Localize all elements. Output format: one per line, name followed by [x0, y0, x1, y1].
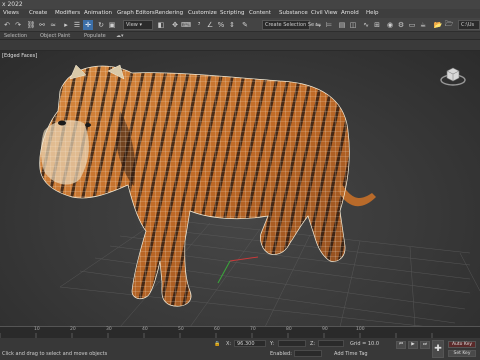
menu-item-substance[interactable]: Substance — [279, 9, 308, 18]
x-coord-label: X: — [226, 341, 232, 347]
main-toolbar: ↶ ↷ ⛓ ⚯ ≈ ▸ ☰ ✛ ↻ ▣ View ▾ ◧ ✥ ⌨ ³ ∠ % ⇕… — [0, 18, 480, 32]
status-prompt: Click and drag to select and move object… — [2, 351, 108, 357]
curve-editor-icon[interactable]: ∿ — [361, 20, 371, 30]
lock-icon[interactable]: 🔒 — [214, 341, 220, 347]
z-coord-label: Z: — [310, 341, 316, 347]
timeline-tick: 30 — [106, 327, 112, 332]
y-coord-field[interactable] — [278, 340, 306, 347]
material-editor-icon[interactable]: ◉ — [385, 20, 395, 30]
menu-bar: Views Create Modifiers Animation Graph E… — [0, 9, 480, 18]
timeline-tick: 90 — [322, 327, 328, 332]
align-icon[interactable]: ⊨ — [324, 20, 334, 30]
status-bar: Click and drag to select and move object… — [0, 338, 480, 360]
render-production-icon[interactable]: ☕ — [418, 20, 428, 30]
edit-named-selection-icon[interactable]: ✎ — [240, 20, 250, 30]
timeline-tick: 60 — [214, 327, 220, 332]
spinner-snap-icon[interactable]: ⇕ — [227, 20, 237, 30]
named-selection-set-dropdown[interactable]: Create Selection Se — [262, 20, 314, 30]
set-key-button[interactable]: Set Key — [448, 350, 476, 357]
menu-item-graph-editors[interactable]: Graph Editors — [117, 9, 155, 18]
app-title: x 2022 — [2, 1, 23, 8]
ribbon-tab-selection[interactable]: Selection — [4, 32, 27, 40]
go-to-start-icon[interactable]: ⏮ — [396, 341, 406, 349]
project-path-field[interactable]: C:\Us — [458, 20, 480, 30]
bind-space-warp-icon[interactable]: ≈ — [48, 20, 58, 30]
menu-item-modifiers[interactable]: Modifiers — [55, 9, 80, 18]
menu-item-views[interactable]: Views — [3, 9, 19, 18]
schematic-view-icon[interactable]: ⊞ — [372, 20, 382, 30]
menu-item-rendering[interactable]: Rendering — [155, 9, 183, 18]
rendered-frame-window-icon[interactable]: ▭ — [407, 20, 417, 30]
ribbon-options-icon[interactable]: ☁▾ — [116, 32, 124, 40]
viewcube[interactable] — [440, 65, 466, 89]
angle-snap-icon[interactable]: ∠ — [205, 20, 215, 30]
ribbon-tab-populate[interactable]: Populate — [84, 32, 106, 40]
select-and-rotate-icon[interactable]: ↻ — [96, 20, 106, 30]
link-icon[interactable]: ⛓ — [26, 20, 36, 30]
select-and-scale-icon[interactable]: ▣ — [107, 20, 117, 30]
menu-item-customize[interactable]: Customize — [188, 9, 217, 18]
toggle-scene-explorer-icon[interactable]: ▤ — [337, 20, 347, 30]
enabled-field[interactable] — [294, 350, 322, 357]
timeline-tick: 80 — [286, 327, 292, 332]
timeline-tick: 40 — [142, 327, 148, 332]
perspective-viewport[interactable]: [Edged Faces] — [0, 50, 480, 326]
set-key-icon[interactable]: ✚ — [432, 340, 444, 358]
add-time-tag[interactable]: Add Time Tag — [334, 351, 368, 357]
ribbon-bar: Selection Object Paint Populate ☁▾ — [0, 32, 480, 40]
go-to-end-icon[interactable]: ⏭ — [420, 341, 430, 349]
timeline-tick: 10 — [34, 327, 40, 332]
y-coord-label: Y: — [270, 341, 275, 347]
viewport-scene — [39, 64, 480, 326]
percent-snap-icon[interactable]: % — [216, 20, 226, 30]
play-icon[interactable]: ▶ — [408, 341, 418, 349]
select-and-manipulate-icon[interactable]: ✥ — [170, 20, 180, 30]
keyboard-shortcut-override-icon[interactable]: ⌨ — [181, 20, 191, 30]
enabled-label: Enabled: — [270, 351, 292, 357]
menu-item-content[interactable]: Content — [249, 9, 271, 18]
undo-icon[interactable]: ↶ — [2, 20, 12, 30]
x-coord-field[interactable]: 96.300 — [234, 340, 266, 347]
auto-key-button[interactable]: Auto Key — [448, 341, 476, 348]
time-slider-trackbar[interactable]: 10 20 30 40 50 60 70 80 90 100 — [0, 326, 480, 339]
menu-item-create[interactable]: Create — [29, 9, 47, 18]
reference-coordinate-dropdown[interactable]: View ▾ — [123, 20, 153, 30]
redo-icon[interactable]: ↷ — [13, 20, 23, 30]
render-setup-icon[interactable]: ⚙ — [396, 20, 406, 30]
use-pivot-center-icon[interactable]: ◧ — [156, 20, 166, 30]
timeline-tick: 100 — [356, 327, 365, 332]
grid-size: Grid = 10.0 — [350, 341, 379, 347]
snaps-toggle-icon[interactable]: ³ — [194, 20, 204, 30]
menu-item-civil-view[interactable]: Civil View — [311, 9, 337, 18]
menu-item-scripting[interactable]: Scripting — [220, 9, 244, 18]
menu-item-animation[interactable]: Animation — [84, 9, 112, 18]
menu-item-arnold[interactable]: Arnold — [341, 9, 359, 18]
timeline-tick: 50 — [178, 327, 184, 332]
unlink-icon[interactable]: ⚯ — [37, 20, 47, 30]
timeline-tick: 20 — [70, 327, 76, 332]
select-by-name-icon[interactable]: ☰ — [72, 20, 82, 30]
z-coord-field[interactable] — [318, 340, 344, 347]
ribbon-tab-object-paint[interactable]: Object Paint — [40, 32, 70, 40]
select-object-icon[interactable]: ▸ — [61, 20, 71, 30]
select-and-move-icon[interactable]: ✛ — [83, 20, 93, 30]
title-bar: x 2022 — [0, 0, 480, 9]
mirror-icon[interactable]: ⇋ — [313, 20, 323, 30]
open-file-icon[interactable]: 📂 — [433, 20, 443, 30]
toggle-layer-explorer-icon[interactable]: ◫ — [348, 20, 358, 30]
timeline-tick: 70 — [250, 327, 256, 332]
menu-item-help[interactable]: Help — [366, 9, 379, 18]
tiger-model — [39, 64, 376, 307]
project-folder-icon[interactable]: 🗁 — [444, 20, 454, 30]
